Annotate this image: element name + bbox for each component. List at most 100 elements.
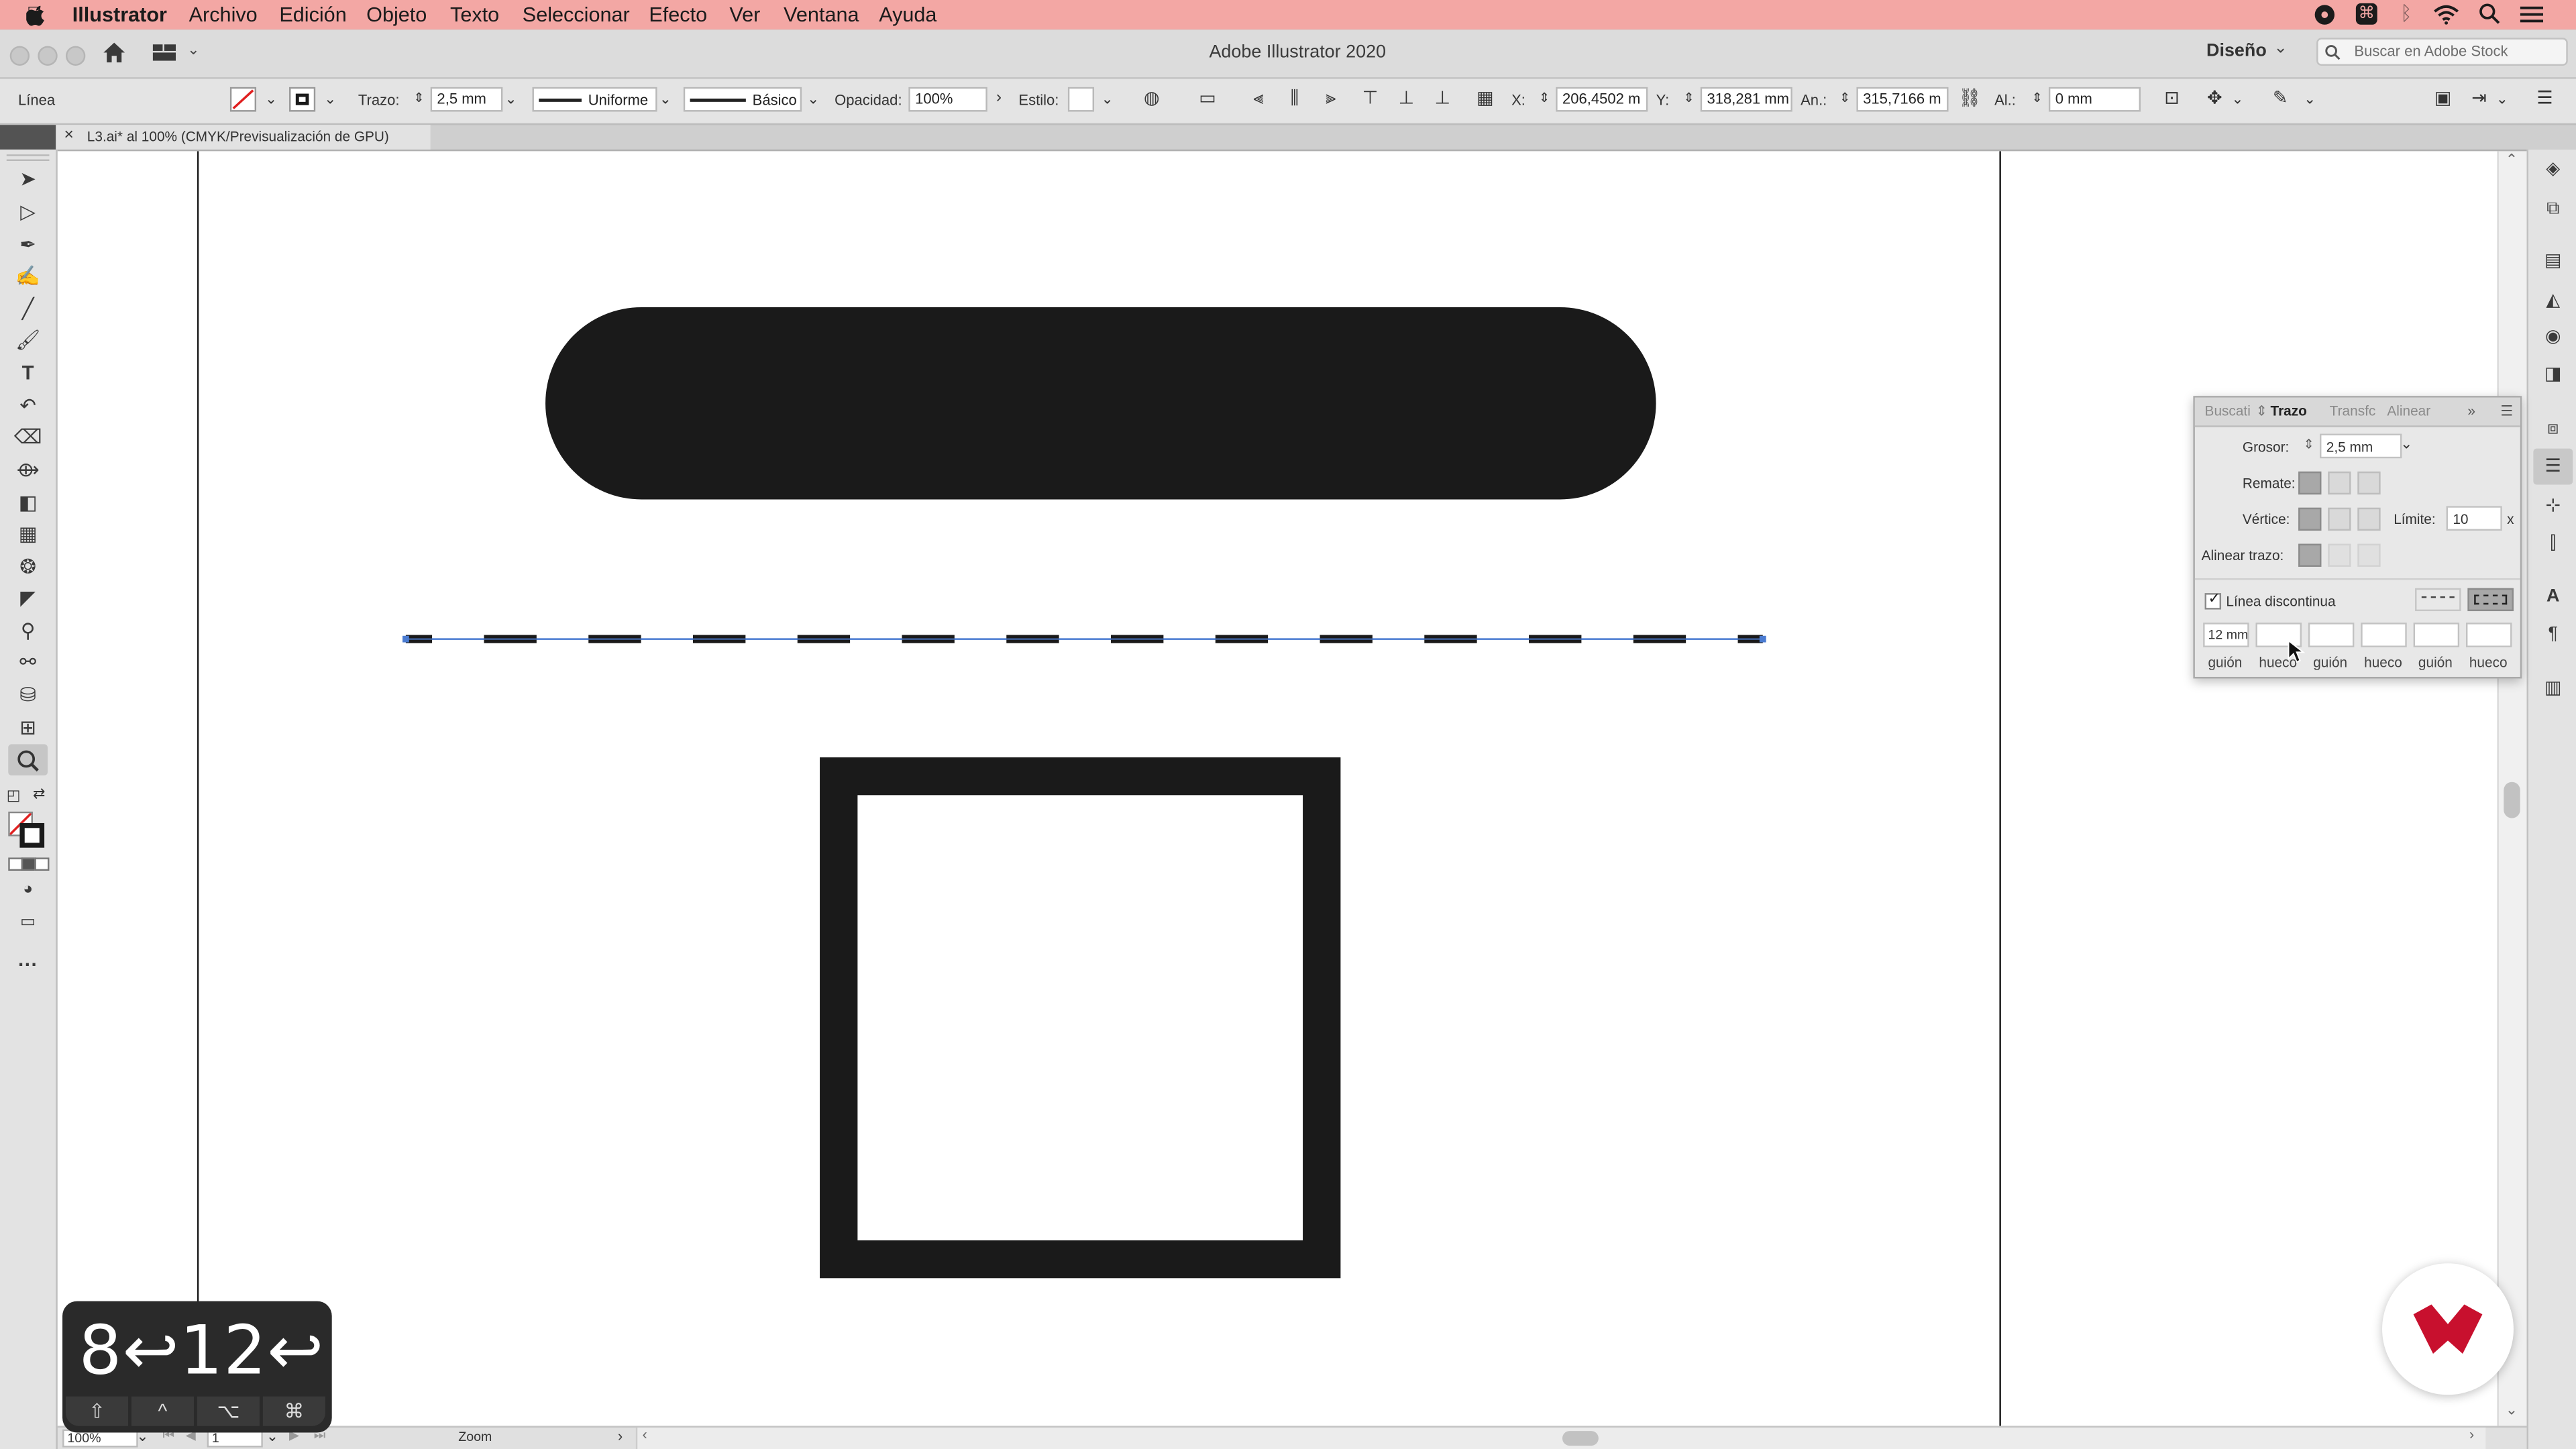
y-stepper-icon[interactable]: ⇕	[1677, 87, 1700, 110]
edit-toolbar-icon[interactable]: ···	[11, 951, 44, 979]
butt-cap-button[interactable]	[2298, 471, 2322, 495]
type-tool-icon[interactable]: T	[11, 360, 44, 388]
align-to-icon[interactable]: ▭	[1196, 87, 1219, 110]
graph-tool-icon[interactable]: ◤	[11, 585, 44, 613]
menu-texto[interactable]: Texto	[450, 3, 499, 26]
align-right-icon[interactable]: ⫸	[1320, 87, 1342, 110]
stroke-stepper-icon[interactable]: ⇕	[407, 87, 430, 110]
apple-logo-icon[interactable]	[26, 5, 46, 26]
miter-join-button[interactable]	[2298, 507, 2322, 531]
paragraph-panel-icon[interactable]: ¶	[2540, 621, 2566, 647]
mesh-tool-icon[interactable]: ▦	[11, 521, 44, 549]
control-bar-menu-icon[interactable]: ☰	[2533, 87, 2556, 110]
document-tab[interactable]: × L3.ai* al 100% (CMYK/Previsualización …	[56, 125, 431, 150]
properties-panel-icon[interactable]: ▥	[2540, 676, 2566, 702]
spotlight-search-icon[interactable]	[2479, 3, 2501, 25]
menu-seleccionar[interactable]: Seleccionar	[523, 3, 630, 26]
character-panel-icon[interactable]: A	[2540, 583, 2566, 609]
zoom-window-button[interactable]	[65, 46, 86, 66]
brush-definition[interactable]: Básico	[683, 87, 802, 112]
round-join-button[interactable]	[2328, 507, 2351, 531]
live-paint-tool-icon[interactable]: ⛁	[11, 682, 44, 710]
puppet-chevron-icon[interactable]: ⌄	[2226, 87, 2249, 110]
paintbrush-tool-icon[interactable]: 🖌	[11, 327, 44, 355]
profile-chevron-icon[interactable]: ⌄	[654, 87, 677, 110]
weight-chevron-icon[interactable]: ⌄	[2400, 435, 2412, 453]
puppet-warp-icon[interactable]: ✥	[2203, 87, 2226, 110]
artboard-tool-icon[interactable]: ⊞	[11, 714, 44, 743]
layers-panel-icon[interactable]: ◈	[2540, 156, 2566, 182]
weight-input[interactable]: 2,5 mm	[2319, 433, 2402, 459]
symbol-sprayer-tool-icon[interactable]: ❂	[11, 553, 44, 582]
dash-field-1[interactable]: 12 mm	[2203, 623, 2249, 647]
blend-tool-icon[interactable]: ⚯	[11, 649, 44, 677]
flyout-chevron-icon[interactable]: ⌄	[2491, 87, 2514, 110]
tab-pathfinder[interactable]: Buscati	[2205, 402, 2251, 419]
menu-ayuda[interactable]: Ayuda	[879, 3, 936, 26]
transform-panel-icon[interactable]: ⊹	[2540, 493, 2566, 519]
libraries-panel-icon[interactable]: ▤	[2540, 248, 2566, 274]
menu-app-name[interactable]: Illustrator	[72, 3, 167, 26]
align-vertical-center-icon[interactable]: ⊥	[1395, 87, 1417, 110]
align-horizontal-center-icon[interactable]: ⫼	[1283, 87, 1306, 110]
workspace-switcher[interactable]: Diseño	[2206, 41, 2267, 60]
draw-mode-icon[interactable]: ◕	[11, 875, 44, 904]
zoom-tool-button[interactable]	[8, 744, 48, 775]
x-input[interactable]: 206,4502 m	[1556, 87, 1648, 112]
isolate-chevron-icon[interactable]: ⌄	[2298, 87, 2321, 110]
line-segment-tool-icon[interactable]: ╱	[11, 296, 44, 324]
dash-field-2[interactable]	[2308, 623, 2355, 647]
scroll-up-icon[interactable]: ⌃	[2506, 151, 2518, 169]
horizontal-scrollbar[interactable]: ‹ ›	[635, 1426, 2486, 1449]
gradient-tool-icon[interactable]: ◧	[11, 490, 44, 518]
align-stroke-outside-button[interactable]	[2357, 543, 2381, 567]
menu-ventana[interactable]: Ventana	[784, 3, 859, 26]
control-center-icon[interactable]	[2520, 5, 2544, 24]
close-window-button[interactable]	[9, 46, 30, 66]
fill-chevron-icon[interactable]: ⌄	[260, 87, 282, 110]
round-cap-button[interactable]	[2328, 471, 2351, 495]
stroke-swatch[interactable]	[289, 87, 316, 112]
rotate-tool-icon[interactable]: ↶	[11, 392, 44, 421]
horizontal-scroll-thumb[interactable]	[1562, 1431, 1599, 1446]
variable-width-profile[interactable]: Uniforme	[532, 87, 657, 112]
square-frame-shape[interactable]	[820, 757, 1341, 1279]
panel-menu-icon[interactable]: ☰	[2500, 402, 2513, 421]
rounded-line-shape[interactable]	[545, 307, 1656, 500]
none-mode-icon[interactable]	[34, 857, 50, 871]
record-icon[interactable]	[2314, 5, 2335, 25]
chevron-down-icon[interactable]: ⌄	[187, 41, 199, 59]
weight-stepper-icon[interactable]: ⇕	[2303, 437, 2314, 451]
height-input[interactable]: 0 mm	[2048, 87, 2141, 112]
stroke-panel-button[interactable]: ☰	[2533, 448, 2573, 485]
pen-tool-icon[interactable]: ✒	[11, 231, 44, 260]
scroll-right-icon[interactable]: ›	[2469, 1426, 2474, 1442]
swap-colors-icon[interactable]: ⇄	[33, 786, 45, 804]
gap-field-3[interactable]	[2465, 623, 2512, 647]
stock-search-input[interactable]: Buscar en Adobe Stock	[2316, 38, 2568, 66]
gradient-panel-icon[interactable]: ◨	[2540, 362, 2566, 388]
align-dashes-button[interactable]	[2467, 588, 2514, 612]
menu-edicion[interactable]: Edición	[279, 3, 346, 26]
collapse-panel-icon[interactable]: »	[2467, 402, 2475, 419]
vertical-scroll-thumb[interactable]	[2504, 782, 2520, 818]
graphic-style-swatch[interactable]	[1067, 87, 1095, 112]
fill-none-swatch[interactable]	[229, 87, 257, 112]
transform-icon[interactable]: ⊡	[2160, 87, 2183, 110]
align-bottom-icon[interactable]: ⊥	[1431, 87, 1454, 110]
gap-field-2[interactable]	[2361, 623, 2407, 647]
scroll-down-icon[interactable]: ⌄	[2506, 1401, 2518, 1419]
opacity-input[interactable]: 100%	[908, 87, 987, 112]
constrain-proportions-icon[interactable]: ⛓	[1958, 87, 1981, 110]
command-key-icon[interactable]: ⌘	[2355, 3, 2377, 25]
panel-flyout-icon[interactable]: ⇥	[2467, 87, 2490, 110]
wifi-icon[interactable]	[2433, 5, 2459, 25]
default-colors-icon[interactable]: ◰	[7, 787, 21, 805]
dashed-line-checkbox[interactable]: ✓	[2204, 590, 2222, 610]
width-stepper-icon[interactable]: ⇕	[1833, 87, 1856, 110]
bluetooth-icon[interactable]: ᛒ	[2400, 1, 2412, 24]
eyedropper-tool-icon[interactable]: ⚲	[11, 618, 44, 646]
preserve-dash-button[interactable]	[2415, 588, 2461, 612]
dash-field-3[interactable]	[2413, 623, 2460, 647]
tools-grip[interactable]	[6, 154, 50, 162]
